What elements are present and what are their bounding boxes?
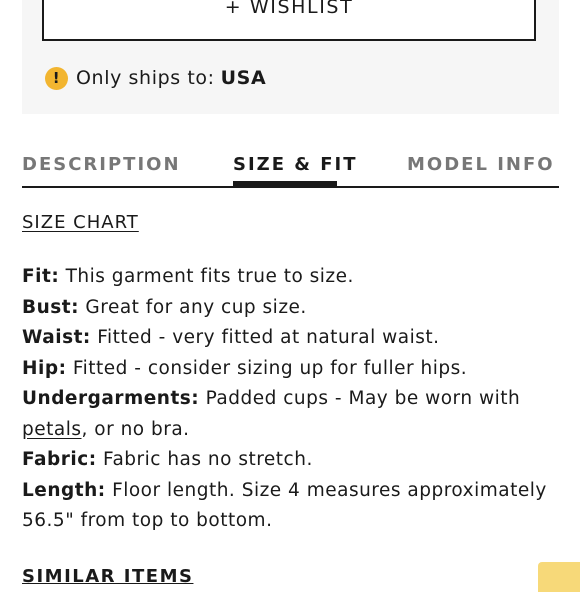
waist-text: Fitted - very fitted at natural waist. xyxy=(97,327,440,348)
shipping-label: Only ships to: xyxy=(76,67,215,89)
undergarments-row: Undergarments: Padded cups - May be worn… xyxy=(22,384,562,445)
tab-model-info[interactable]: MODEL INFO xyxy=(407,154,555,175)
similar-items-heading: SIMILAR ITEMS xyxy=(22,566,194,587)
fit-label: Fit: xyxy=(22,266,60,287)
petals-link[interactable]: petals xyxy=(22,419,82,440)
waist-row: Waist: Fitted - very fitted at natural w… xyxy=(22,323,562,354)
fabric-text: Fabric has no stretch. xyxy=(103,449,313,470)
fabric-label: Fabric: xyxy=(22,449,97,470)
tab-size-and-fit[interactable]: SIZE & FIT xyxy=(233,154,358,175)
shipping-notice: ! Only ships to: USA xyxy=(45,64,266,92)
undergarments-text-after: , or no bra. xyxy=(81,418,190,440)
undergarments-text: Padded cups - May be worn with xyxy=(205,388,521,409)
product-info-tabs: DESCRIPTION SIZE & FIT MODEL INFO xyxy=(22,148,559,188)
bust-row: Bust: Great for any cup size. xyxy=(22,293,562,324)
warning-icon: ! xyxy=(45,66,68,90)
fit-row: Fit: This garment fits true to size. xyxy=(22,262,562,293)
wishlist-button[interactable]: + WISHLIST xyxy=(42,0,536,41)
active-tab-indicator xyxy=(233,181,337,187)
bust-label: Bust: xyxy=(22,296,80,318)
size-chart-link[interactable]: SIZE CHART xyxy=(22,212,139,233)
shipping-country: USA xyxy=(220,67,267,89)
fabric-row: Fabric: Fabric has no stretch. xyxy=(22,445,562,476)
chat-tab[interactable] xyxy=(538,562,580,592)
undergarments-label: Undergarments: xyxy=(22,388,200,409)
hip-row: Hip: Fitted - consider sizing up for ful… xyxy=(22,354,562,385)
fit-text: This garment fits true to size. xyxy=(65,266,354,287)
bust-text: Great for any cup size. xyxy=(85,296,307,318)
hip-text: Fitted - consider sizing up for fuller h… xyxy=(72,357,468,379)
waist-label: Waist: xyxy=(22,327,91,348)
length-row: Length: Floor length. Size 4 measures ap… xyxy=(22,476,562,537)
hip-label: Hip: xyxy=(22,357,67,379)
wishlist-button-label: + WISHLIST xyxy=(224,0,354,18)
length-label: Length: xyxy=(22,479,106,501)
fit-details: Fit: This garment fits true to size. Bus… xyxy=(22,262,562,537)
tab-description[interactable]: DESCRIPTION xyxy=(22,154,181,175)
